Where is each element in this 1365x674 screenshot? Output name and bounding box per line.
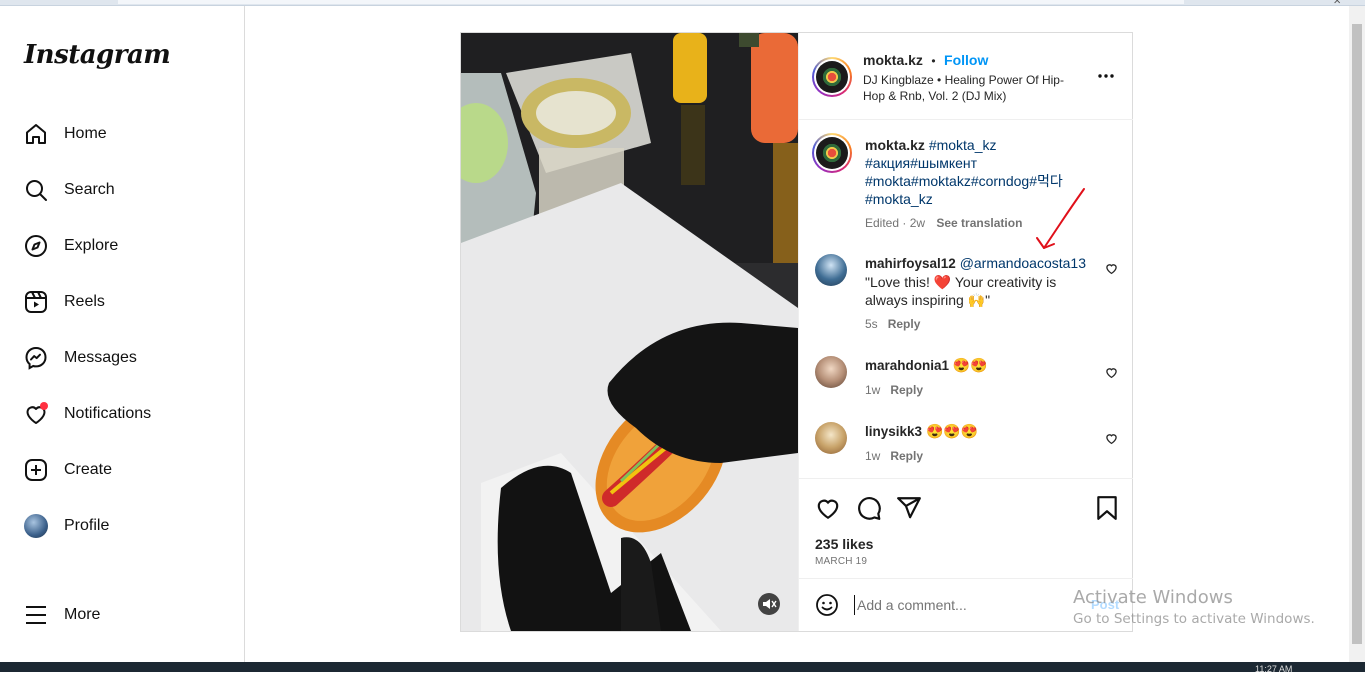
hashtag[interactable]: #mokta_kz: [929, 137, 997, 153]
audio-track[interactable]: DJ Kingblaze • Healing Power Of Hip-Hop …: [863, 72, 1078, 104]
comment-text: marahdonia1 😍😍: [865, 356, 1090, 375]
windows-taskbar: 11:27 AM: [0, 662, 1365, 674]
sidebar-item-explore[interactable]: Explore: [24, 232, 118, 260]
comment-icon[interactable]: [856, 495, 882, 526]
notification-dot: [40, 402, 48, 410]
muted-icon[interactable]: [758, 593, 780, 620]
sidebar-item-label: Home: [64, 125, 107, 142]
commenter-avatar[interactable]: [815, 356, 847, 388]
messenger-icon: [24, 346, 48, 370]
compass-icon: [24, 234, 48, 258]
sidebar-item-label: Messages: [64, 349, 137, 366]
sidebar-item-search[interactable]: Search: [24, 176, 115, 204]
sidebar: Instagram Home Search Explore Reels Mess…: [0, 6, 245, 662]
sidebar-item-reels[interactable]: Reels: [24, 288, 105, 316]
sidebar-item-label: Profile: [64, 517, 110, 534]
likes-count[interactable]: 235 likes: [815, 536, 873, 552]
watermark-subtitle: Go to Settings to activate Windows.: [1073, 611, 1315, 627]
edited-timestamp: Edited · 2w: [865, 216, 926, 230]
sidebar-item-home[interactable]: Home: [24, 120, 107, 148]
reply-button[interactable]: Reply: [890, 383, 923, 397]
sidebar-item-more[interactable]: More: [24, 601, 100, 629]
caption-username[interactable]: mokta.kz: [865, 137, 925, 153]
comment-text: linysikk3 😍😍😍: [865, 422, 1090, 441]
commenter-username[interactable]: linysikk3: [865, 424, 922, 439]
more-options-icon[interactable]: [1097, 67, 1115, 90]
page-scrollbar[interactable]: [1349, 6, 1365, 662]
commenter-username[interactable]: mahirfoysal12: [865, 256, 956, 271]
menu-icon: [24, 603, 48, 627]
commenter-avatar[interactable]: [815, 254, 847, 286]
like-icon[interactable]: [815, 495, 841, 526]
sidebar-item-notifications[interactable]: Notifications: [24, 400, 151, 428]
instagram-logo[interactable]: Instagram: [24, 40, 171, 70]
windows-activation-watermark: Activate Windows Go to Settings to activ…: [1073, 587, 1315, 627]
home-icon: [24, 122, 48, 146]
sidebar-item-label: Notifications: [64, 405, 152, 422]
post-dialog: mokta.kz • Follow DJ Kingblaze • Healing…: [460, 32, 1133, 632]
post-video[interactable]: [461, 33, 798, 631]
see-translation-link[interactable]: See translation: [936, 216, 1022, 230]
comment-emoji: 😍😍😍: [925, 423, 979, 439]
hashtag[interactable]: #mokta_kz: [865, 191, 933, 207]
close-icon[interactable]: ✕: [1333, 0, 1341, 7]
sidebar-item-label: Reels: [64, 293, 105, 310]
video-frame: [461, 33, 798, 631]
sidebar-item-label: Search: [64, 181, 115, 198]
comment-emoji: 😍😍: [952, 357, 988, 373]
red-heart-emoji: ❤️: [933, 274, 952, 290]
caption-avatar[interactable]: [812, 133, 852, 173]
reply-button[interactable]: Reply: [888, 317, 921, 331]
hashtag[interactable]: #акция#шымкент: [865, 155, 977, 171]
comment-item: marahdonia1 😍😍 1w Reply: [815, 356, 1119, 406]
bookmark-icon[interactable]: [1095, 495, 1119, 526]
plus-square-icon: [24, 458, 48, 482]
commenter-username[interactable]: marahdonia1: [865, 358, 949, 373]
post-header: mokta.kz • Follow DJ Kingblaze • Healing…: [799, 33, 1133, 120]
comment-body: "Love this!: [865, 274, 934, 290]
comment-item: linysikk3 😍😍😍 1w Reply: [815, 422, 1119, 472]
sidebar-item-label: More: [64, 606, 101, 623]
commenter-avatar[interactable]: [815, 422, 847, 454]
post-side-panel: mokta.kz • Follow DJ Kingblaze • Healing…: [798, 33, 1133, 631]
share-icon[interactable]: [896, 495, 922, 526]
scrollbar-thumb[interactable]: [1352, 24, 1362, 644]
sidebar-item-label: Create: [64, 461, 113, 478]
author-username[interactable]: mokta.kz: [863, 52, 923, 68]
follow-button[interactable]: Follow: [944, 52, 988, 68]
sidebar-item-messages[interactable]: Messages: [24, 344, 137, 372]
annotation-arrow-icon: [1036, 188, 1085, 249]
sidebar-item-profile[interactable]: Profile: [24, 512, 109, 540]
reply-button[interactable]: Reply: [890, 449, 923, 463]
browser-tab-bar: [118, 0, 1184, 4]
reels-icon: [24, 290, 48, 314]
like-comment-icon[interactable]: [1105, 432, 1119, 446]
post-actions: 235 likes MARCH 19: [799, 478, 1133, 578]
separator-dot: •: [931, 54, 936, 68]
taskbar-clock[interactable]: 11:27 AM: [1255, 664, 1292, 674]
comment-input[interactable]: [854, 595, 1064, 615]
search-icon: [24, 178, 48, 202]
comment-item: mahirfoysal12 @armandoacosta13 "Love thi…: [815, 254, 1119, 334]
sidebar-item-label: Explore: [64, 237, 119, 254]
like-comment-icon[interactable]: [1105, 262, 1119, 276]
avatar: [24, 514, 48, 538]
comment-body: ": [985, 292, 991, 308]
comment-time: 5s: [865, 317, 878, 331]
hands-emoji: 🙌: [967, 292, 986, 308]
comment-time: 1w: [865, 383, 881, 397]
comment-time: 1w: [865, 449, 881, 463]
author-avatar[interactable]: [812, 57, 852, 97]
mention-link[interactable]: @armandoacosta13: [960, 255, 1086, 271]
comment-text: mahirfoysal12 @armandoacosta13 "Love thi…: [865, 254, 1090, 309]
watermark-title: Activate Windows: [1073, 587, 1233, 608]
like-comment-icon[interactable]: [1105, 366, 1119, 380]
sidebar-item-create[interactable]: Create: [24, 456, 112, 484]
emoji-icon[interactable]: [815, 593, 839, 622]
post-date: MARCH 19: [815, 556, 868, 567]
heart-icon: [24, 402, 48, 426]
